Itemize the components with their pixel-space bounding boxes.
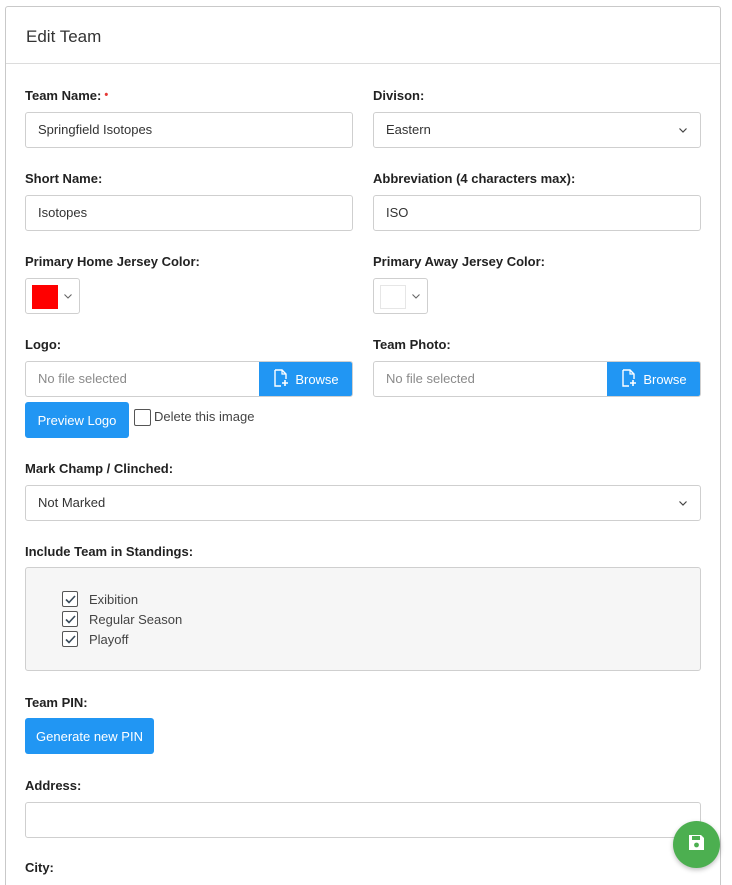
standings-regular-season-checkbox[interactable] [62, 611, 78, 627]
logo-browse-button[interactable]: Browse [259, 362, 352, 396]
logo-file-input[interactable]: No file selected Browse [25, 361, 353, 397]
team-pin-label: Team PIN: [25, 695, 88, 710]
team-photo-browse-label: Browse [643, 371, 687, 387]
division-select[interactable]: Eastern [373, 112, 701, 148]
home-jersey-label: Primary Home Jersey Color: [25, 254, 200, 269]
away-jersey-label: Primary Away Jersey Color: [373, 254, 545, 269]
required-indicator: • [104, 89, 109, 101]
away-jersey-color-picker[interactable] [373, 278, 428, 314]
preview-logo-button[interactable]: Preview Logo [25, 402, 129, 438]
standings-playoff-label: Playoff [89, 632, 129, 647]
standings-playoff-checkbox[interactable] [62, 631, 78, 647]
team-photo-file-placeholder: No file selected [386, 371, 475, 386]
division-label: Divison: [373, 88, 425, 103]
mark-champ-value: Not Marked [38, 495, 106, 510]
logo-label: Logo: [25, 337, 62, 352]
save-button[interactable] [673, 821, 720, 868]
team-name-label: Team Name: • [25, 88, 108, 103]
logo-file-placeholder: No file selected [38, 371, 127, 386]
generate-pin-button[interactable]: Generate new PIN [25, 718, 154, 754]
delete-image-label: Delete this image [154, 409, 255, 424]
chevron-down-icon [678, 113, 688, 147]
abbreviation-label: Abbreviation (4 characters max): [373, 171, 576, 186]
team-name-label-text: Team Name: [25, 88, 102, 103]
home-jersey-color-picker[interactable] [25, 278, 80, 314]
file-add-icon [621, 368, 637, 390]
delete-image-checkbox[interactable] [134, 409, 151, 426]
short-name-label: Short Name: [25, 171, 103, 186]
standings-regular-season-label: Regular Season [89, 612, 183, 627]
chevron-down-icon [411, 279, 421, 313]
team-name-input[interactable]: Springfield Isotopes [25, 112, 353, 148]
standings-exibition-checkbox[interactable] [62, 591, 78, 607]
floppy-disk-icon [688, 834, 705, 856]
standings-exibition-label: Exibition [89, 592, 139, 607]
city-label: City: [25, 860, 54, 875]
away-jersey-swatch [380, 285, 406, 309]
address-input[interactable] [25, 802, 701, 838]
edit-team-card: Edit Team Team Name: • Springfield Isotop… [5, 6, 721, 885]
address-label: Address: [25, 778, 82, 793]
team-photo-label: Team Photo: [373, 337, 451, 352]
card-title: Edit Team [6, 7, 720, 64]
chevron-down-icon [678, 486, 688, 520]
team-photo-file-input[interactable]: No file selected Browse [373, 361, 701, 397]
home-jersey-swatch [32, 285, 58, 309]
logo-browse-label: Browse [295, 371, 339, 387]
chevron-down-icon [63, 279, 73, 313]
mark-champ-select[interactable]: Not Marked [25, 485, 701, 521]
standings-label: Include Team in Standings: [25, 544, 194, 559]
team-photo-browse-button[interactable]: Browse [607, 362, 700, 396]
file-add-icon [273, 368, 289, 390]
division-value: Eastern [386, 122, 431, 137]
mark-champ-label: Mark Champ / Clinched: [25, 461, 174, 476]
standings-options-box: Exibition Regular Season Playoff [25, 567, 701, 671]
abbreviation-input[interactable]: ISO [373, 195, 701, 231]
short-name-input[interactable]: Isotopes [25, 195, 353, 231]
